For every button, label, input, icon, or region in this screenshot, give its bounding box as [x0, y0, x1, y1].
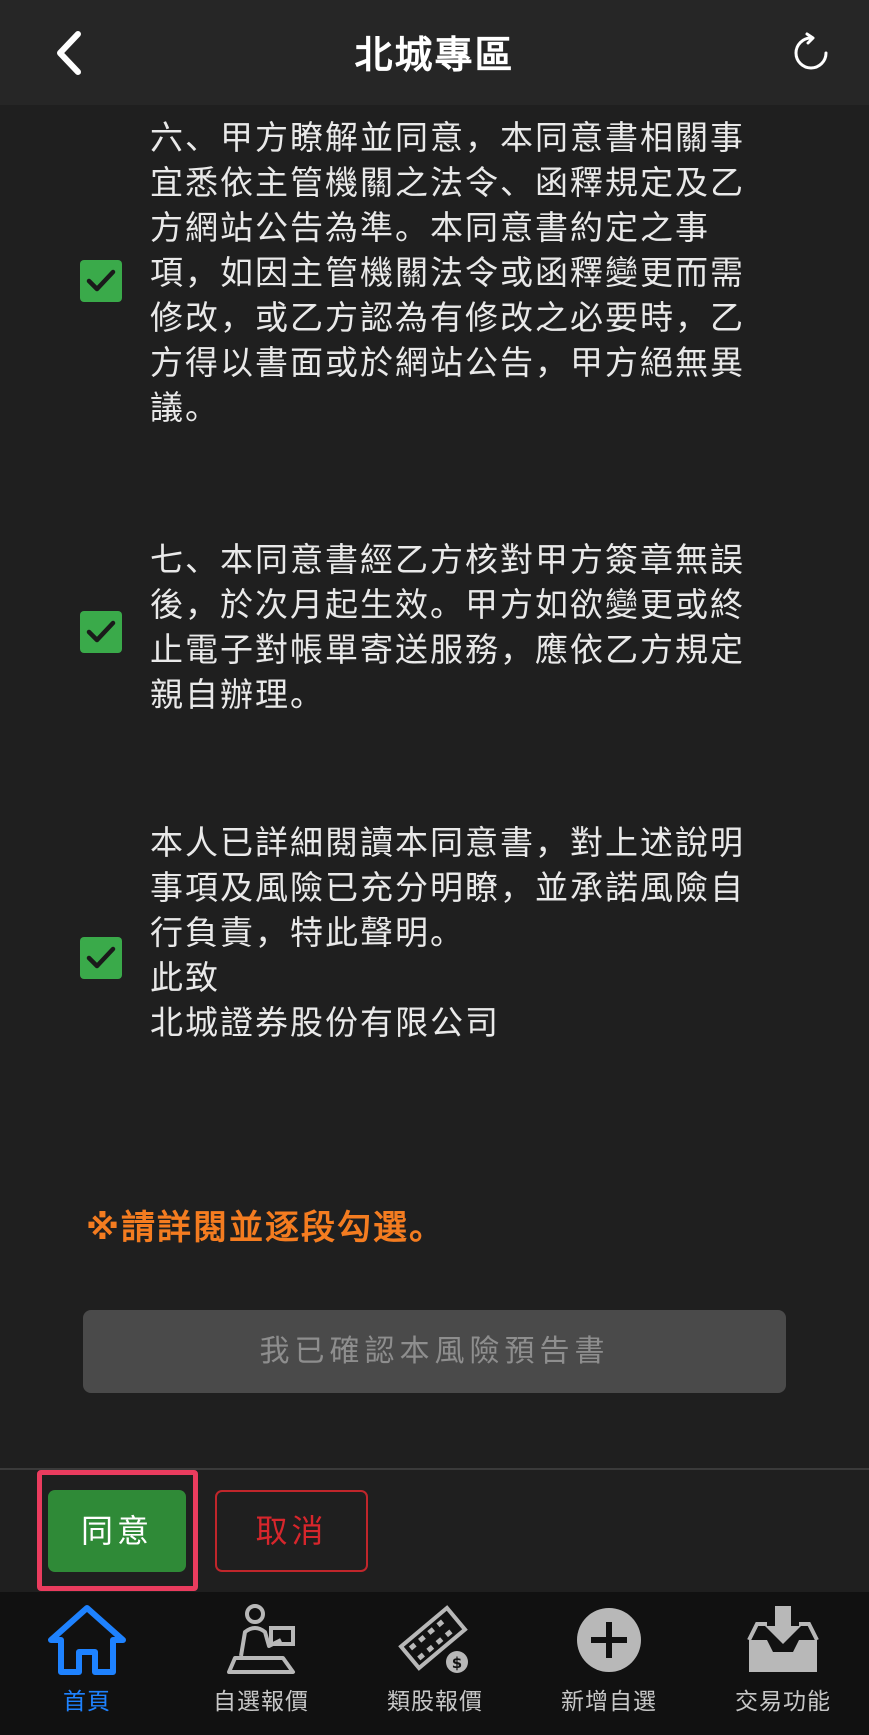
inbox-download-icon	[747, 1606, 819, 1672]
clause-6-text: 六、甲方瞭解並同意，本同意書相關事 宜悉依主管機關之法令、函釋規定及乙 方網站公…	[150, 118, 745, 427]
declaration-text: 本人已詳細閱讀本同意書，對上述說明 事項及風險已充分明瞭，並承諾風險自 行負責，…	[150, 823, 745, 1042]
check-icon	[86, 269, 116, 292]
tab-sector-quotes-label: 類股報價	[387, 1689, 483, 1715]
tab-watchlist-quotes[interactable]: 自選報價	[174, 1592, 348, 1735]
tab-home-label: 首頁	[63, 1689, 111, 1715]
home-icon	[48, 1605, 126, 1675]
bottom-tab-bar: 首頁 自選報價 $ 類股報價 新增自選 交易功能	[0, 1592, 869, 1735]
tab-add-watchlist[interactable]: 新增自選	[522, 1592, 696, 1735]
tab-trading[interactable]: 交易功能	[696, 1592, 869, 1735]
tab-home[interactable]: 首頁	[0, 1592, 174, 1735]
agree-button[interactable]: 同意	[48, 1490, 186, 1572]
header-bar: 北城專區	[0, 0, 869, 105]
check-icon	[86, 946, 116, 969]
refresh-button[interactable]	[790, 32, 832, 74]
tab-sector-quotes[interactable]: $ 類股報價	[348, 1592, 522, 1735]
cancel-button[interactable]: 取消	[215, 1490, 368, 1572]
page-title: 北城專區	[354, 33, 515, 77]
declaration-checkbox[interactable]	[80, 937, 122, 979]
notice-text: ※請詳閱並逐段勾選。	[86, 1208, 446, 1248]
svg-text:$: $	[452, 1654, 462, 1672]
tab-watchlist-quotes-label: 自選報價	[213, 1689, 309, 1715]
tab-trading-label: 交易功能	[735, 1689, 831, 1715]
consent-page: 北城專區 六、甲方瞭解並同意，本同意書相關事 宜悉依主管機關之法令、函釋規定及乙…	[0, 0, 869, 1735]
tab-add-watchlist-label: 新增自選	[561, 1689, 657, 1715]
clause-7-checkbox[interactable]	[80, 611, 122, 653]
clause-6-checkbox[interactable]	[80, 260, 122, 302]
film-money-icon: $	[398, 1605, 468, 1673]
check-icon	[86, 620, 116, 643]
confirm-risk-button[interactable]: 我已確認本風險預告書	[83, 1310, 786, 1393]
clause-7-text: 七、本同意書經乙方核對甲方簽章無誤 後，於次月起生效。甲方如欲變更或終 止電子對…	[150, 540, 745, 714]
refresh-icon	[794, 32, 828, 70]
trader-icon	[227, 1604, 295, 1674]
add-circle-icon	[577, 1608, 641, 1672]
